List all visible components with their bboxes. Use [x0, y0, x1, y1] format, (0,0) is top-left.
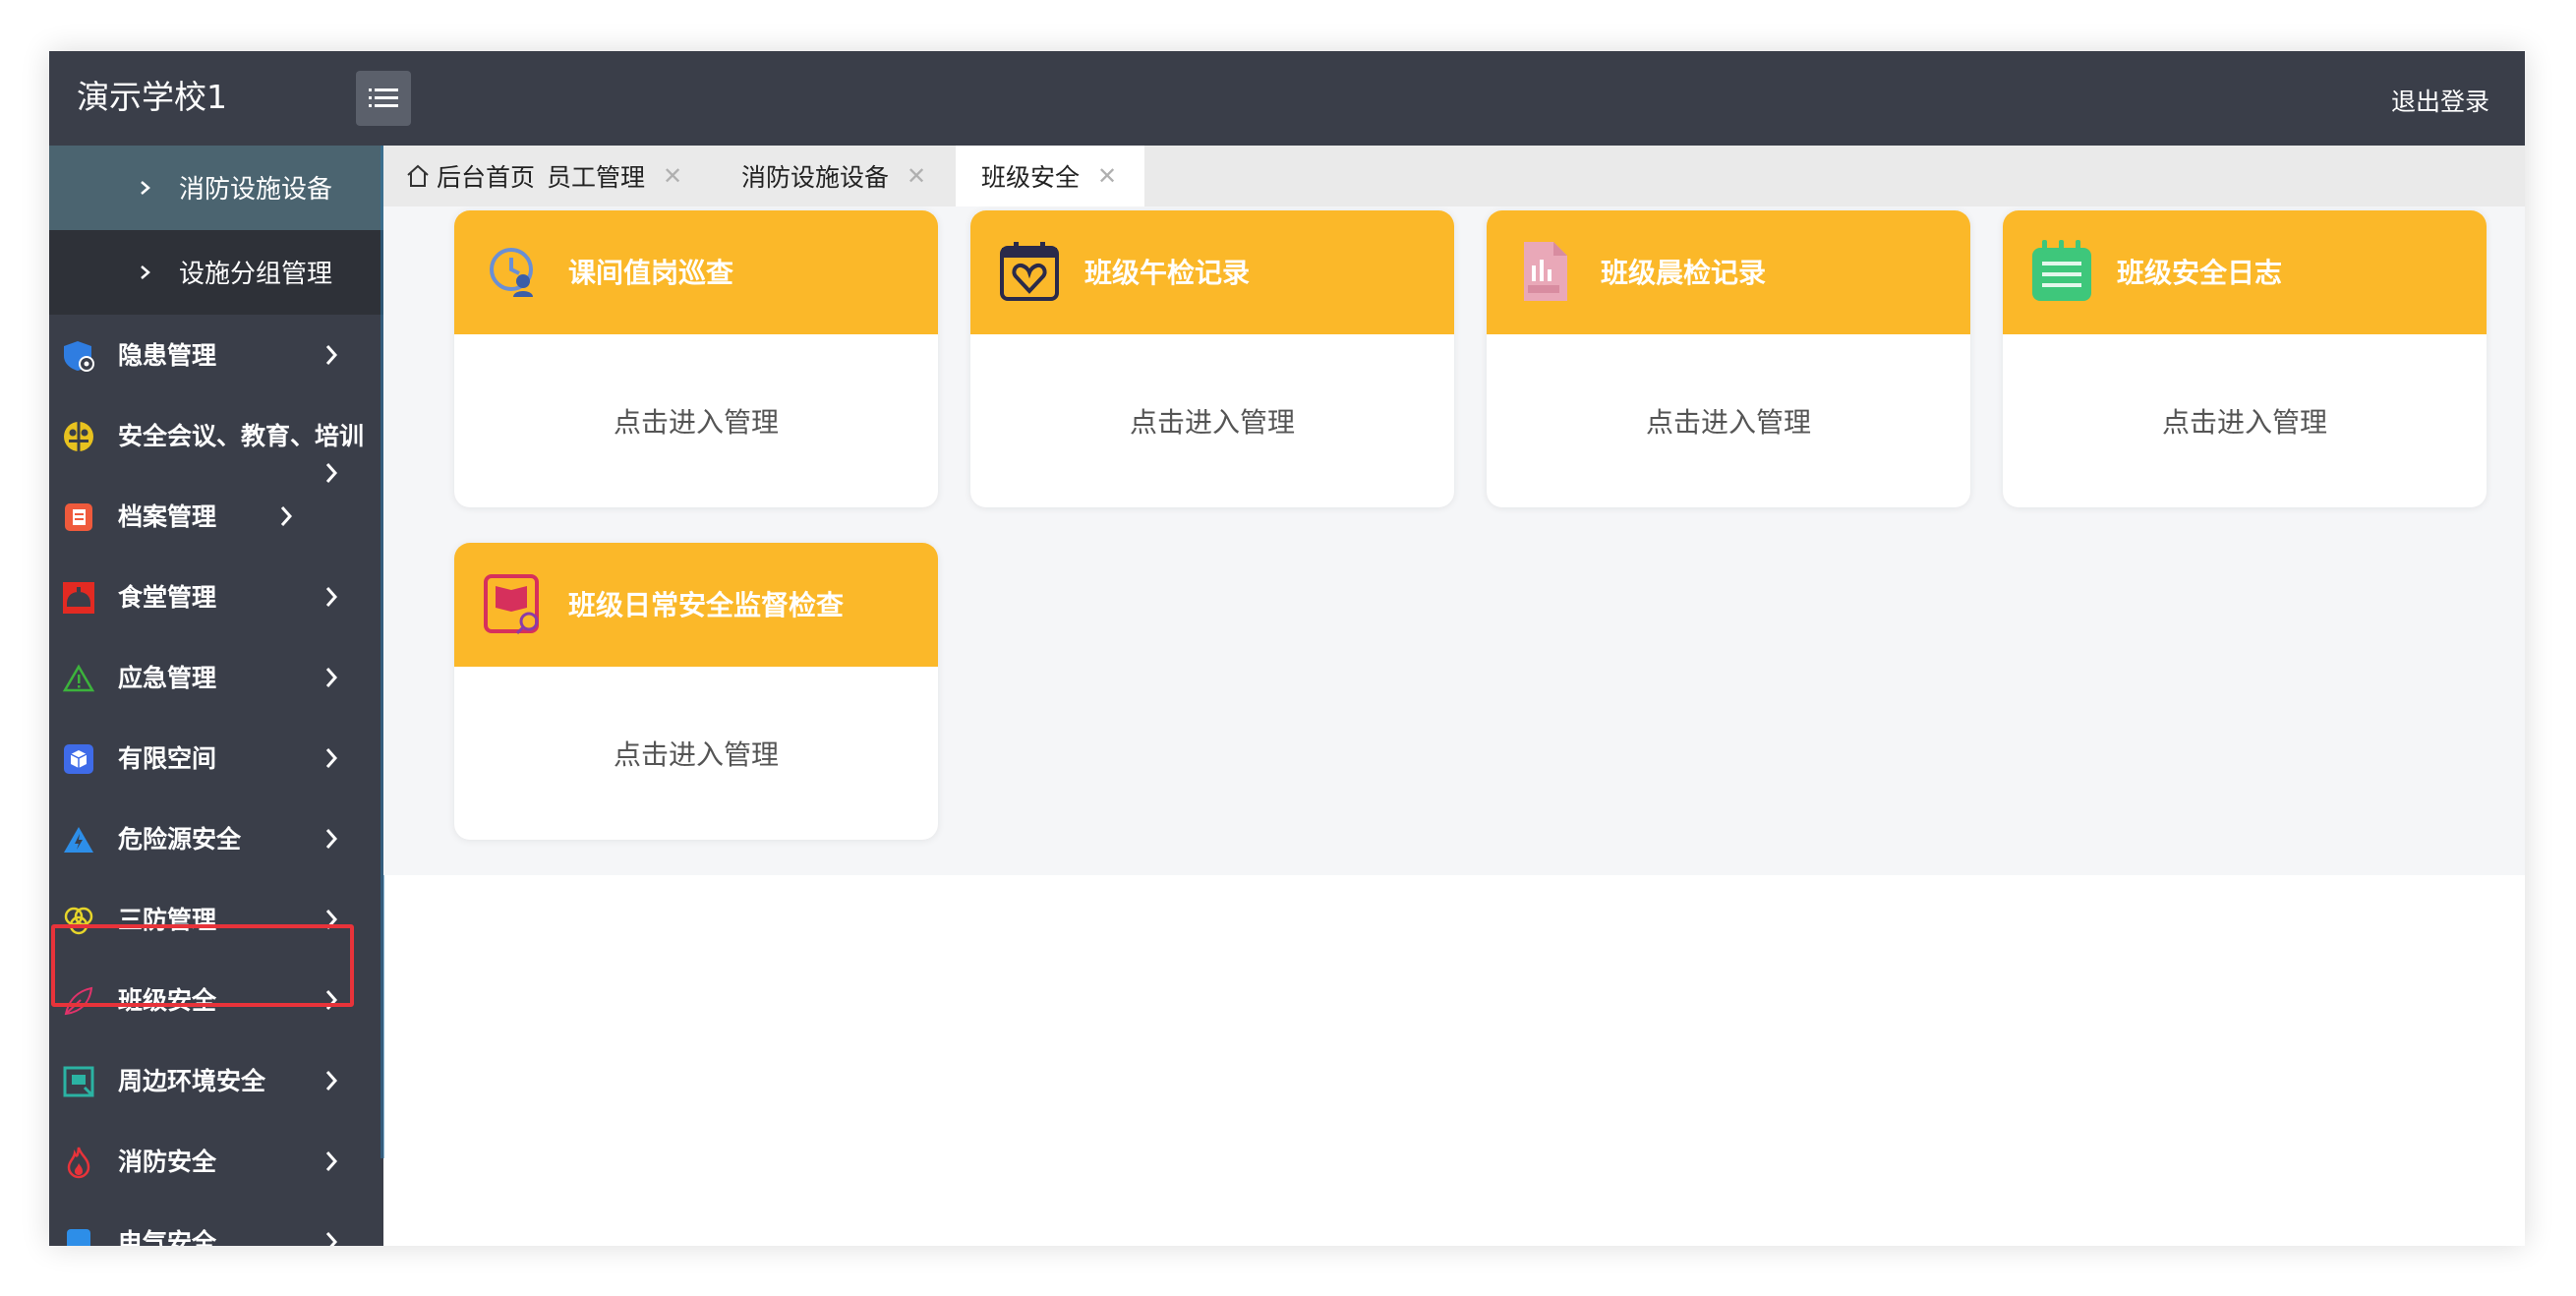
- logout-link[interactable]: 退出登录: [2391, 83, 2489, 118]
- shield-gear-icon: [64, 341, 94, 372]
- tab-label: 后台首页: [437, 163, 536, 192]
- patrol-clock-icon: [490, 248, 533, 297]
- sidebar-item-label: 班级安全: [118, 986, 217, 1015]
- card-action[interactable]: 点击进入管理: [970, 334, 1454, 507]
- cube-icon: [64, 744, 93, 774]
- chevron-right-icon: [141, 181, 150, 195]
- sidebar-item-label: 档案管理: [118, 502, 217, 531]
- app-window: 演示学校1 退出登录 消防设施设备 设施分组管理 隐患管理 安全会议、教育、培训…: [49, 51, 2525, 1246]
- sidebar-subitem-label: 消防设施设备: [179, 175, 333, 205]
- list-menu-icon: [369, 88, 398, 107]
- card-header: 课间值岗巡查: [454, 210, 938, 334]
- sidebar-item-confined-space[interactable]: 有限空间: [49, 718, 383, 798]
- menu-toggle-button[interactable]: [356, 71, 411, 126]
- card-daily-inspection[interactable]: 班级日常安全监督检查 点击进入管理: [454, 543, 938, 840]
- sidebar-item-label: 隐患管理: [118, 341, 217, 370]
- chevron-right-icon: [325, 1232, 338, 1246]
- sidebar-item-label: 消防安全: [118, 1148, 217, 1176]
- chevron-right-icon: [325, 1151, 338, 1171]
- app-title: 演示学校1: [77, 78, 227, 116]
- chevron-right-icon: [141, 265, 150, 279]
- sidebar-item-label: 周边环境安全: [118, 1067, 266, 1095]
- sidebar-subitem-label: 设施分组管理: [179, 260, 333, 289]
- sidebar-subitem-facility-groups[interactable]: 设施分组管理: [49, 230, 383, 315]
- sidebar-item-label: 安全会议、教育、培训: [118, 422, 365, 450]
- meeting-icon: [64, 422, 93, 451]
- sidebar-item-label: 食堂管理: [118, 583, 217, 612]
- card-noon-check[interactable]: 班级午检记录 点击进入管理: [970, 210, 1454, 507]
- close-icon[interactable]: ✕: [1097, 162, 1117, 190]
- tab-home[interactable]: 后台首页: [405, 146, 535, 206]
- card-action[interactable]: 点击进入管理: [454, 667, 938, 840]
- sidebar-item-surroundings[interactable]: 周边环境安全: [49, 1040, 383, 1121]
- chevron-right-icon: [325, 668, 338, 687]
- chevron-right-icon: [325, 1071, 338, 1090]
- sidebar-item-canteen[interactable]: 食堂管理: [49, 557, 383, 637]
- electric-icon: [67, 1229, 90, 1246]
- canteen-bell-icon: [63, 582, 94, 614]
- top-header: 演示学校1 退出登录: [49, 51, 2525, 146]
- tab-bar: 后台首页 员工管理 ✕ 消防设施设备 ✕ 班级安全 ✕: [383, 146, 2525, 206]
- main-content: 课间值岗巡查 点击进入管理 班级午检记录 点击进入管理 班级晨检记录 点击进入管…: [383, 206, 2525, 875]
- tab-class-safety[interactable]: 班级安全 ✕: [956, 146, 1145, 206]
- sidebar-item-label: 三防管理: [118, 906, 217, 934]
- environment-icon: [63, 1066, 94, 1097]
- close-icon[interactable]: ✕: [907, 162, 926, 190]
- card-morning-check[interactable]: 班级晨检记录 点击进入管理: [1487, 210, 1970, 507]
- leaf-icon: [64, 986, 93, 1016]
- chevron-right-icon: [325, 345, 338, 365]
- sidebar-item-electrical[interactable]: 电气安全: [49, 1202, 383, 1246]
- fire-icon: [67, 1147, 90, 1179]
- card-break-patrol[interactable]: 课间值岗巡查 点击进入管理: [454, 210, 938, 507]
- sidebar-item-emergency[interactable]: 应急管理: [49, 637, 383, 718]
- notepad-icon: [2032, 240, 2091, 301]
- sidebar: 消防设施设备 设施分组管理 隐患管理 安全会议、教育、培训 档案管理 食堂管理: [49, 146, 383, 1246]
- archive-icon: [65, 503, 92, 531]
- sidebar-item-fire-safety[interactable]: 消防安全: [49, 1121, 383, 1202]
- chevron-right-icon: [325, 587, 338, 607]
- home-icon: [407, 164, 429, 187]
- sidebar-subitem-fire-facilities[interactable]: 消防设施设备: [49, 146, 383, 230]
- sidebar-item-label: 电气安全: [118, 1228, 217, 1246]
- card-safety-log[interactable]: 班级安全日志 点击进入管理: [2003, 210, 2487, 507]
- tab-staff[interactable]: 员工管理 ✕: [547, 146, 682, 206]
- sidebar-item-label: 有限空间: [118, 744, 217, 773]
- tab-label: 班级安全: [981, 163, 1081, 192]
- card-title: 课间值岗巡查: [568, 257, 734, 289]
- sidebar-item-hazards[interactable]: 隐患管理: [49, 315, 383, 395]
- chevron-right-icon: [325, 829, 338, 849]
- chevron-right-icon: [280, 506, 293, 526]
- tab-fire-facilities[interactable]: 消防设施设备 ✕: [741, 146, 926, 206]
- card-action[interactable]: 点击进入管理: [1487, 334, 1970, 507]
- card-title: 班级日常安全监督检查: [568, 589, 845, 621]
- sidebar-item-class-safety[interactable]: 班级安全: [49, 960, 383, 1040]
- warning-triangle-icon: [62, 664, 95, 692]
- card-title: 班级晨检记录: [1601, 257, 1767, 289]
- sidebar-item-hazard-sources[interactable]: 危险源安全: [49, 798, 383, 879]
- chevron-right-icon: [325, 748, 338, 768]
- book-inspect-icon: [484, 574, 539, 635]
- card-header: 班级日常安全监督检查: [454, 543, 938, 667]
- tab-label: 员工管理: [547, 163, 646, 192]
- triple-defense-icon: [64, 907, 93, 935]
- card-header: 班级午检记录: [970, 210, 1454, 334]
- tab-label: 消防设施设备: [741, 163, 890, 192]
- hazard-icon: [64, 827, 93, 853]
- report-file-icon: [1524, 242, 1567, 301]
- card-header: 班级安全日志: [2003, 210, 2487, 334]
- sidebar-item-triple-defense[interactable]: 三防管理: [49, 879, 383, 960]
- chevron-right-icon: [325, 910, 338, 929]
- card-header: 班级晨检记录: [1487, 210, 1970, 334]
- sidebar-item-archives[interactable]: 档案管理: [49, 476, 383, 557]
- close-icon[interactable]: ✕: [663, 162, 682, 190]
- calendar-heart-icon: [1000, 242, 1059, 301]
- sidebar-item-label: 应急管理: [118, 664, 217, 692]
- chevron-right-icon: [325, 990, 338, 1010]
- card-action[interactable]: 点击进入管理: [2003, 334, 2487, 507]
- card-action[interactable]: 点击进入管理: [454, 334, 938, 507]
- card-title: 班级安全日志: [2117, 257, 2283, 289]
- sidebar-item-label: 危险源安全: [118, 825, 242, 854]
- card-title: 班级午检记录: [1084, 257, 1251, 289]
